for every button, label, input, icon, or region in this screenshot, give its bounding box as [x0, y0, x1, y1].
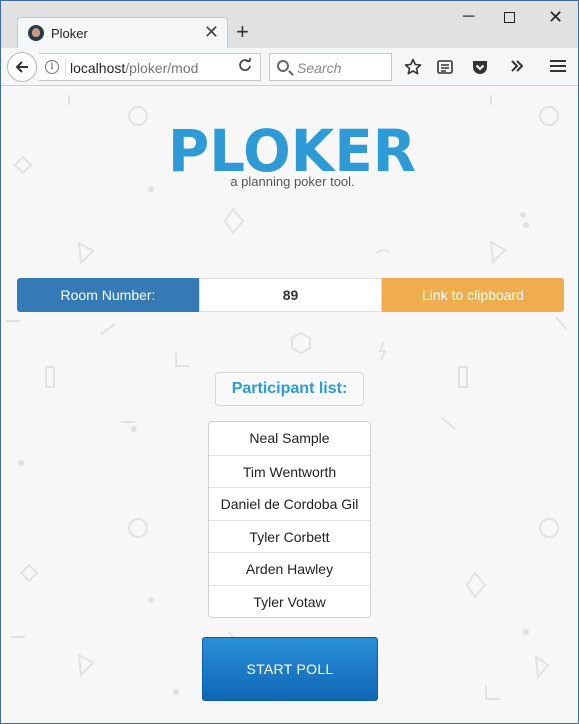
search-placeholder: Search	[297, 60, 342, 76]
navigation-bar: i localhost/ploker/mod Search	[1, 48, 578, 86]
back-button[interactable]	[7, 52, 37, 82]
window-close-icon[interactable]: ✕	[548, 7, 563, 27]
start-poll-button[interactable]: START POLL	[202, 637, 378, 701]
participant-item: Tyler Votaw	[209, 584, 370, 618]
link-to-clipboard-button[interactable]: Link to clipboard	[382, 278, 564, 312]
participant-list-title: Participant list:	[215, 372, 364, 406]
url-text[interactable]: localhost/ploker/mod	[70, 60, 198, 76]
back-arrow-icon	[15, 61, 28, 73]
tab-close-icon[interactable]: ✕	[204, 22, 219, 42]
info-icon[interactable]: i	[45, 60, 59, 74]
search-bar[interactable]: Search	[269, 53, 392, 81]
search-icon	[277, 60, 289, 72]
browser-window: Ploker ✕ + ─ ✕ i localhost/ploker/mod Se…	[0, 0, 579, 724]
room-number-label: Room Number:	[17, 278, 199, 312]
title-bar: Ploker ✕ + ─ ✕	[1, 1, 578, 48]
url-path: /ploker/mod	[125, 60, 199, 76]
url-separator	[65, 59, 66, 76]
maximize-icon[interactable]	[504, 12, 515, 23]
participant-item: Tim Wentworth	[209, 454, 370, 488]
participant-item: Neal Sample	[249, 430, 330, 446]
reload-icon[interactable]	[238, 58, 252, 76]
reader-view-icon[interactable]	[436, 58, 454, 81]
favicon-icon	[28, 25, 44, 41]
browser-tab[interactable]: Ploker ✕	[17, 17, 228, 48]
room-row: Room Number: 89 Link to clipboard	[17, 278, 564, 312]
overflow-chevron-icon[interactable]	[509, 58, 525, 79]
url-bar[interactable]: i localhost/ploker/mod	[39, 53, 261, 81]
participant-item: Arden Hawley	[209, 552, 370, 585]
new-tab-icon[interactable]: +	[236, 20, 249, 44]
menu-icon[interactable]	[549, 58, 567, 79]
page-content: PLOKER a planning poker tool. Room Numbe…	[1, 87, 578, 723]
minimize-icon[interactable]: ─	[463, 7, 474, 27]
pocket-icon[interactable]	[471, 58, 489, 81]
participant-item: Daniel de Cordoba Gil	[209, 487, 370, 520]
participant-item: Tyler Corbett	[209, 519, 370, 553]
bookmark-star-icon[interactable]	[404, 58, 422, 81]
url-host: localhost	[70, 60, 126, 76]
tab-title: Ploker	[51, 26, 88, 41]
tagline: a planning poker tool.	[230, 174, 355, 189]
participant-list: Neal Sample Tim Wentworth Daniel de Cord…	[208, 421, 371, 618]
room-number-value: 89	[199, 278, 382, 312]
